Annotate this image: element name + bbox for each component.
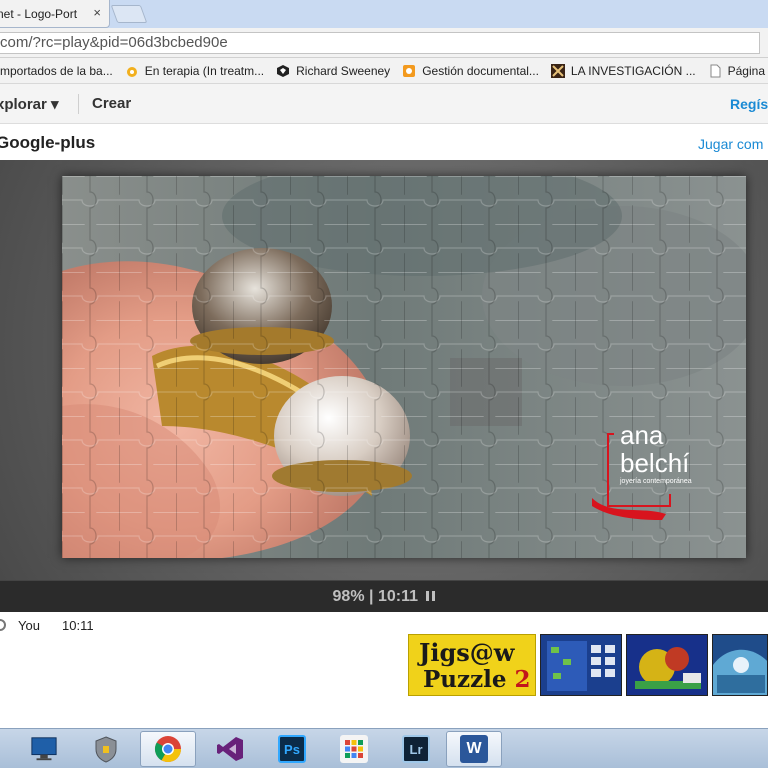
page-title: Google-plus (0, 133, 96, 152)
site-navigation: xplorar ▾ Crear Regís (0, 84, 768, 124)
progress-percent: 98% (332, 588, 365, 605)
brand-logo-line2: belchí (620, 448, 690, 478)
bookmark-label: Gestión documental... (422, 63, 539, 78)
bookmark-label: mportados de la ba... (0, 63, 113, 78)
logo-icon (550, 63, 565, 78)
brand-logo-line1: ana (620, 420, 664, 450)
chrome-icon (154, 735, 182, 763)
brand-logo-line3: joyería contemporánea (619, 478, 692, 485)
puzzle-stage[interactable]: ana belchí joyería contemporánea (0, 160, 768, 580)
bookmark-label: Página pri (727, 63, 768, 78)
new-tab-button[interactable] (110, 5, 148, 23)
bookmark-label: Richard Sweeney (296, 63, 391, 78)
bookmark-richard-sweeney[interactable]: Richard Sweeney (276, 64, 390, 78)
player-name: You (18, 618, 40, 633)
computer-icon (30, 735, 58, 763)
bookmark-pagina-principal[interactable]: Página pri (708, 64, 768, 78)
bookmark-gestion-documental[interactable]: Gestión documental... (402, 64, 539, 78)
address-bar-row: com/?rc=play&pid=06d3bcbed90e (0, 28, 768, 58)
photoshop-icon: Ps (278, 735, 306, 763)
taskbar-word[interactable]: W (446, 731, 502, 767)
bookmark-en-terapia[interactable]: En terapia (In treatm... (125, 64, 264, 78)
shield-icon (92, 735, 120, 763)
taskbar-visual-studio[interactable] (202, 731, 258, 767)
bookmarks-bar: mportados de la ba... En terapia (In tre… (0, 58, 768, 84)
status-separator: | (369, 588, 374, 605)
puzzle-header: Google-plus Jugar com (0, 128, 768, 160)
nav-divider (78, 94, 79, 114)
page-icon (708, 64, 722, 78)
register-link[interactable]: Regís (730, 96, 768, 112)
browser-tab[interactable]: net - Logo-Port × (0, 0, 110, 28)
promo-subtitle-text: Puzzle (423, 666, 515, 693)
apps-grid-icon (340, 735, 368, 763)
tab-strip: net - Logo-Port × (0, 0, 768, 28)
taskbar-photoshop[interactable]: Ps (264, 731, 320, 767)
puzzle-board[interactable]: ana belchí joyería contemporánea (62, 176, 746, 558)
play-link[interactable]: Jugar com (698, 136, 763, 152)
screenshot-thumbnail[interactable] (626, 634, 708, 696)
bookmark-label: En terapia (In treatm... (144, 63, 265, 78)
create-link[interactable]: Crear (92, 95, 131, 112)
player-time: 10:11 (62, 618, 94, 633)
promo-strip: Jigs@w Puzzle 2 (408, 634, 768, 696)
puzzle-image: ana belchí joyería contemporánea (62, 176, 746, 558)
taskbar-lenovo[interactable] (16, 731, 72, 767)
hexagon-icon (276, 64, 290, 78)
jigsaw-puzzle-2-banner[interactable]: Jigs@w Puzzle 2 (408, 634, 536, 696)
pause-icon[interactable] (426, 591, 436, 601)
lightroom-icon: Lr (402, 735, 430, 763)
bookmark-imported[interactable]: mportados de la ba... (0, 64, 113, 78)
promo-title: Jigs@w (419, 638, 515, 667)
puzzle-status-bar: 98% | 10:11 (0, 580, 768, 612)
player-status-icon (0, 619, 6, 631)
taskbar-security[interactable] (78, 731, 134, 767)
visual-studio-icon (216, 735, 244, 763)
taskbar-lightroom[interactable]: Lr (388, 731, 444, 767)
word-icon: W (460, 735, 488, 763)
explore-menu[interactable]: xplorar ▾ (0, 95, 59, 113)
screenshot-thumbnail[interactable] (540, 634, 622, 696)
taskbar: Ps Lr W (0, 728, 768, 768)
url-input[interactable]: com/?rc=play&pid=06d3bcbed90e (0, 32, 760, 54)
taskbar-apps[interactable] (326, 731, 382, 767)
promo-subtitle: Puzzle 2 (423, 666, 531, 693)
bookmark-label: LA INVESTIGACIÓN ... (570, 63, 696, 78)
film-icon (125, 64, 139, 78)
promo-subtitle-number: 2 (514, 666, 531, 693)
document-icon (402, 64, 416, 78)
close-tab-icon[interactable]: × (93, 5, 101, 20)
tab-title: net - Logo-Port (0, 6, 78, 21)
timer: 10:11 (377, 588, 418, 605)
taskbar-chrome[interactable] (140, 731, 196, 767)
bookmark-la-investigacion[interactable]: LA INVESTIGACIÓN ... (550, 63, 696, 78)
screenshot-thumbnail[interactable] (712, 634, 768, 696)
